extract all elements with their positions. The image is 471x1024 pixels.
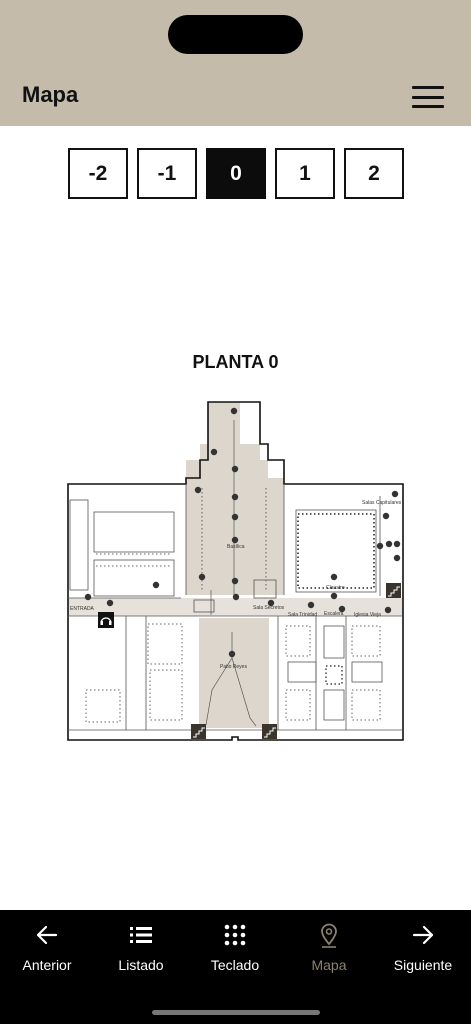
tab-anterior[interactable]: Anterior <box>0 922 94 992</box>
map-label-sala-secretos: Sala Secretos <box>253 605 285 611</box>
stairs-icon <box>191 724 206 739</box>
floor-selector: -2 -1 0 1 2 <box>68 148 404 199</box>
app-header: Mapa <box>0 0 471 126</box>
keypad-icon <box>224 924 246 946</box>
headphones-icon <box>98 612 114 628</box>
floor-map[interactable]: ENTRADA Basílica Patio Reyes Salas Capit… <box>66 400 406 745</box>
tab-label: Siguiente <box>393 957 453 973</box>
tab-mapa[interactable]: Mapa <box>282 922 376 992</box>
list-icon <box>130 927 152 943</box>
floor-button-2[interactable]: 2 <box>344 148 404 199</box>
map-label-sala-capitulares: Salas Capitulares <box>362 500 402 506</box>
plan-title: PLANTA 0 <box>192 352 279 372</box>
device-notch <box>168 15 303 54</box>
tab-listado[interactable]: Listado <box>94 922 188 992</box>
map-pin-icon <box>321 923 337 948</box>
tab-label: Anterior <box>22 957 72 973</box>
corridor-area <box>68 598 403 616</box>
tab-siguiente[interactable]: Siguiente <box>376 922 470 992</box>
stairs-icon <box>386 583 401 598</box>
map-label-entrance: ENTRADA <box>70 606 95 612</box>
tab-label: Teclado <box>210 957 260 973</box>
map-label-iglesia-vieja: Iglesia Vieja <box>354 612 381 618</box>
map-label-escalera: Escalera <box>324 611 344 617</box>
patio-area <box>199 618 269 728</box>
map-label-patio: Patio Reyes <box>220 664 247 670</box>
stairs-icon <box>262 724 277 739</box>
floor-button-minus-1[interactable]: -1 <box>137 148 197 199</box>
map-label-claustro: Claustro <box>326 585 345 591</box>
map-label-basilica: Basílica <box>227 544 245 550</box>
arrow-right-icon <box>412 925 434 945</box>
home-indicator[interactable] <box>152 1010 320 1015</box>
tab-label: Listado <box>118 957 164 973</box>
floor-button-1[interactable]: 1 <box>275 148 335 199</box>
map-label-sala-trinidad: Sala Trinidad <box>288 612 317 618</box>
hamburger-menu-icon[interactable] <box>412 84 444 110</box>
tab-label: Mapa <box>311 957 347 973</box>
arrow-left-icon <box>36 925 58 945</box>
tab-teclado[interactable]: Teclado <box>188 922 282 992</box>
floor-button-minus-2[interactable]: -2 <box>68 148 128 199</box>
page-title: Mapa <box>22 82 79 107</box>
floor-button-0[interactable]: 0 <box>206 148 266 199</box>
floor-plan-svg: ENTRADA Basílica Patio Reyes Salas Capit… <box>67 401 404 741</box>
bottom-tab-bar: Anterior Listado Teclado Mapa Siguiente <box>0 910 471 1024</box>
